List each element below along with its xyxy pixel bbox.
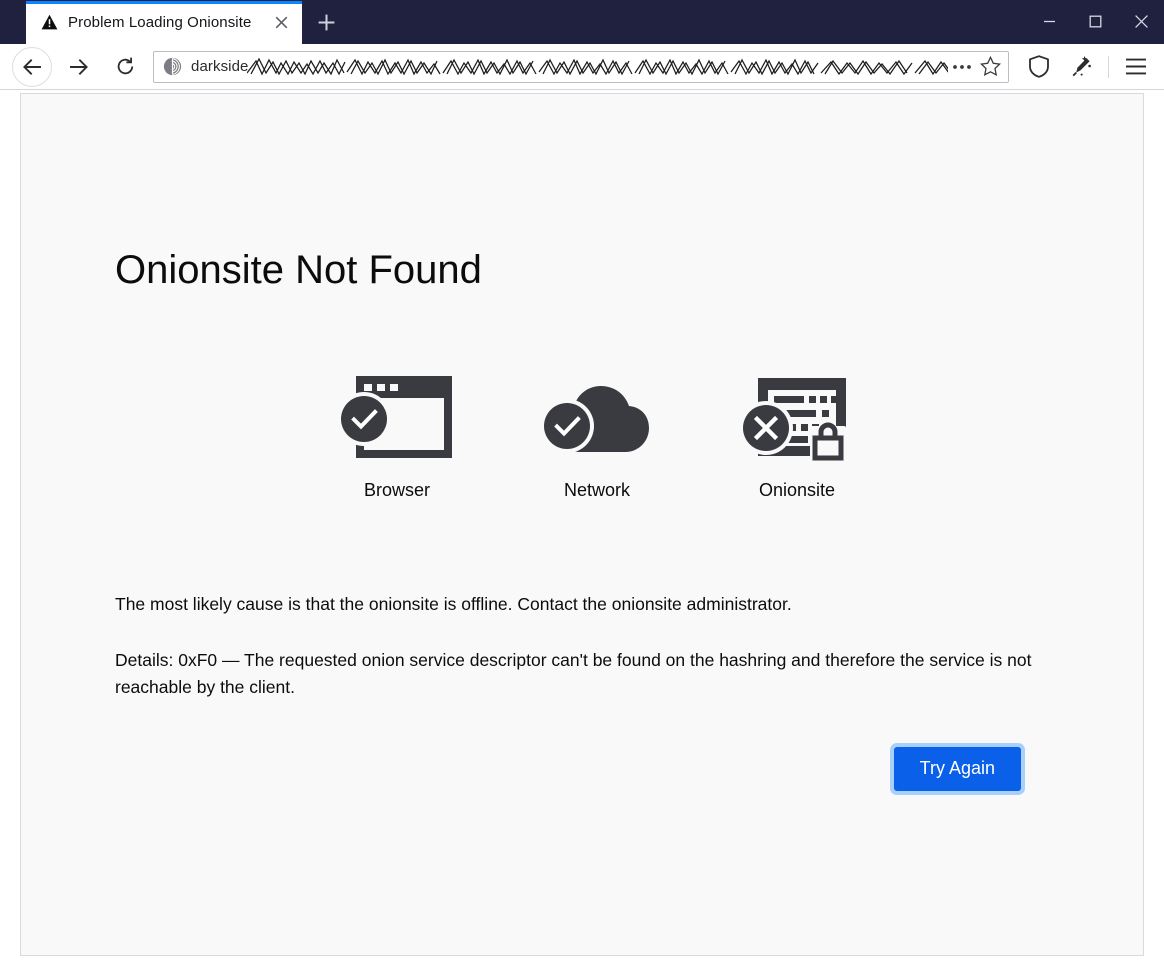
status-label-browser: Browser [363, 480, 430, 500]
broom-sparkle-icon [1070, 55, 1093, 78]
app-menu-button[interactable] [1118, 49, 1154, 85]
cloud-icon [536, 366, 658, 466]
tab-title: Problem Loading Onionsite [68, 14, 252, 31]
title-bar: Problem Loading Onionsite [0, 0, 1164, 44]
page-actions-button[interactable] [948, 53, 976, 81]
status-label-network: Network [563, 480, 630, 500]
reload-button[interactable] [106, 48, 144, 86]
bookmark-button[interactable] [976, 53, 1004, 81]
toolbar-divider [1108, 55, 1109, 78]
url-redaction-scribble [246, 54, 948, 80]
status-item-network: Network [497, 366, 697, 501]
url-bar[interactable]: darkside [153, 50, 1009, 83]
tab-problem-loading-onionsite[interactable]: Problem Loading Onionsite [26, 1, 302, 44]
shield-icon [1028, 55, 1050, 78]
content-viewport: Onionsite Not Found Browser Network Onio… [0, 90, 1164, 976]
maximize-button[interactable] [1072, 0, 1118, 42]
page-title: Onionsite Not Found [115, 248, 482, 292]
minimize-button[interactable] [1026, 0, 1072, 42]
reload-icon [115, 56, 136, 77]
arrow-right-icon [68, 56, 90, 78]
back-button[interactable] [12, 46, 52, 87]
window-controls [1026, 0, 1164, 44]
navigation-toolbar: darkside [0, 44, 1164, 90]
try-again-button[interactable]: Try Again [893, 747, 1021, 792]
star-icon [979, 56, 1001, 77]
arrow-left-icon [21, 56, 43, 78]
page-actions: Try Again [115, 747, 1045, 792]
url-value-container[interactable]: darkside [191, 52, 948, 82]
details-text: Details: 0xF0 — The requested onion serv… [115, 650, 1032, 698]
onion-site-icon[interactable] [162, 57, 182, 77]
ellipsis-icon [952, 63, 972, 71]
browser-window: Problem Loading Onionsite darkside Onion… [0, 0, 1164, 976]
status-label-onionsite: Onionsite [758, 480, 836, 500]
new-tab-button[interactable] [306, 2, 346, 42]
close-button[interactable] [1118, 0, 1164, 42]
server-lock-icon [736, 366, 858, 466]
warning-triangle-icon [40, 14, 58, 32]
connection-status-row: Browser Network Onionsite [115, 366, 1045, 501]
status-item-onionsite: Onionsite [697, 366, 897, 501]
url-text: darkside [191, 58, 249, 75]
error-page-content: Onionsite Not Found Browser Network Onio… [115, 94, 1045, 792]
new-identity-button[interactable] [1063, 49, 1099, 85]
tab-strip: Problem Loading Onionsite [0, 0, 1026, 44]
hamburger-menu-icon [1125, 58, 1147, 75]
browser-window-icon [336, 366, 458, 466]
close-icon[interactable] [268, 10, 294, 36]
tracking-protection-button[interactable] [1021, 49, 1057, 85]
forward-button[interactable] [60, 48, 98, 86]
error-page: Onionsite Not Found Browser Network Onio… [20, 93, 1144, 956]
plus-icon [317, 13, 336, 32]
status-item-browser: Browser [297, 366, 497, 501]
cause-text: The most likely cause is that the onions… [115, 594, 792, 614]
